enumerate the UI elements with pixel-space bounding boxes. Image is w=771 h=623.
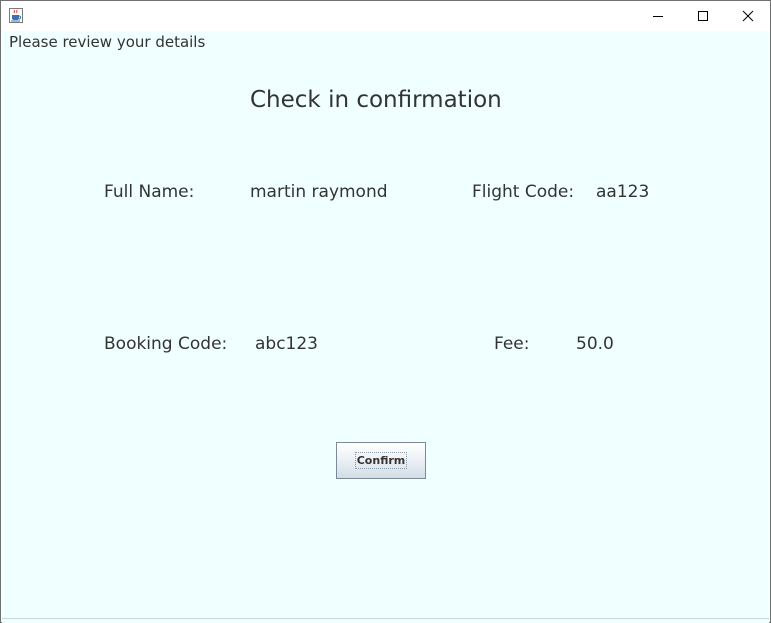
- flight-code-value: aa123: [596, 182, 650, 202]
- java-cup-icon: [9, 8, 23, 23]
- page-title: Check in confirmation: [250, 87, 502, 113]
- confirm-button-label: Confirm: [354, 452, 408, 469]
- title-bar[interactable]: [1, 1, 770, 31]
- maximize-icon: [697, 7, 709, 26]
- full-name-value: martin raymond: [250, 182, 388, 202]
- minimize-icon: [652, 7, 664, 26]
- booking-code-label: Booking Code:: [104, 334, 228, 354]
- content-panel: Please review your details Check in conf…: [2, 31, 769, 618]
- maximize-button[interactable]: [680, 1, 725, 31]
- window-bottom-edge: [2, 618, 769, 623]
- fee-value: 50.0: [576, 334, 614, 354]
- booking-code-value: abc123: [255, 334, 319, 354]
- full-name-label: Full Name:: [104, 182, 195, 202]
- close-button[interactable]: [725, 1, 770, 31]
- confirm-button[interactable]: Confirm: [336, 442, 426, 479]
- fee-label: Fee:: [494, 334, 530, 354]
- review-details-label: Please review your details: [9, 33, 206, 51]
- minimize-button[interactable]: [635, 1, 680, 31]
- close-icon: [742, 7, 754, 26]
- flight-code-label: Flight Code:: [472, 182, 575, 202]
- application-window: Please review your details Check in conf…: [0, 0, 771, 623]
